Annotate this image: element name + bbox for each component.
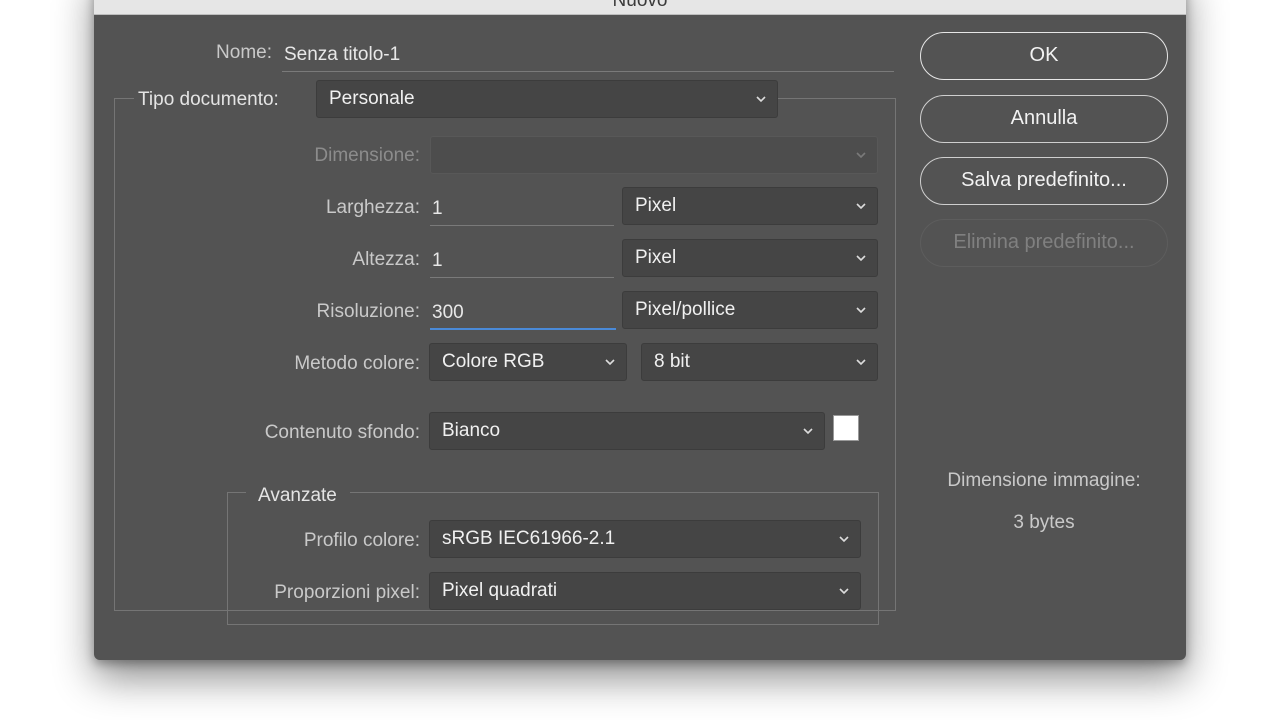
height-input[interactable]: 1 (430, 244, 614, 278)
height-unit-value: Pixel (635, 247, 677, 268)
cancel-button[interactable]: Annulla (920, 95, 1168, 143)
width-input[interactable]: 1 (430, 192, 614, 226)
title-bar[interactable]: Nuovo (94, 0, 1186, 15)
name-label: Nome: (216, 42, 272, 63)
advanced-title[interactable]: Avanzate (258, 485, 337, 507)
resolution-label: Risoluzione: (316, 301, 421, 322)
save-preset-button[interactable]: Salva predefinito... (920, 157, 1168, 205)
background-color-swatch[interactable] (833, 415, 859, 441)
chevron-down-icon (856, 255, 866, 262)
pixel-aspect-label: Proporzioni pixel: (274, 582, 420, 603)
color-mode-select[interactable]: Colore RGB (429, 343, 627, 381)
chevron-down-icon (856, 203, 866, 210)
background-value: Bianco (442, 420, 501, 441)
color-mode-label: Metodo colore: (294, 353, 420, 374)
image-size-label: Dimensione immagine: (947, 470, 1141, 491)
document-type-label: Tipo documento: (138, 89, 279, 110)
bit-depth-select[interactable]: 8 bit (641, 343, 878, 381)
width-unit-select[interactable]: Pixel (622, 187, 878, 225)
pixel-aspect-value: Pixel quadrati (442, 580, 558, 601)
color-mode-value: Colore RGB (442, 351, 545, 372)
chevron-down-icon (856, 152, 866, 159)
background-label: Contenuto sfondo: (264, 422, 420, 443)
height-label: Altezza: (352, 249, 420, 270)
chevron-down-icon (856, 359, 866, 366)
chevron-down-icon (756, 96, 766, 103)
color-profile-label: Profilo colore: (303, 530, 420, 551)
document-type-value: Personale (329, 88, 415, 109)
chevron-down-icon (803, 428, 813, 435)
chevron-down-icon (605, 359, 615, 366)
resolution-input[interactable]: 300 (430, 296, 616, 330)
document-type-select[interactable]: Personale (316, 80, 778, 118)
new-document-dialog: Nuovo Nome: Senza titolo-1 Tipo document… (94, 0, 1186, 660)
resolution-unit-select[interactable]: Pixel/pollice (622, 291, 878, 329)
size-select (430, 136, 878, 174)
color-profile-value: sRGB IEC61966-2.1 (442, 528, 616, 549)
name-input[interactable]: Senza titolo-1 (282, 38, 894, 72)
delete-preset-button: Elimina predefinito... (920, 219, 1168, 267)
background-select[interactable]: Bianco (429, 412, 825, 450)
pixel-aspect-select[interactable]: Pixel quadrati (429, 572, 861, 610)
chevron-down-icon (839, 536, 849, 543)
resolution-unit-value: Pixel/pollice (635, 299, 736, 320)
image-size-value: 3 bytes (1013, 512, 1075, 533)
ok-button[interactable]: OK (920, 32, 1168, 80)
width-unit-value: Pixel (635, 195, 677, 216)
color-profile-select[interactable]: sRGB IEC61966-2.1 (429, 520, 861, 558)
bit-depth-value: 8 bit (654, 351, 690, 372)
size-label: Dimensione: (314, 145, 420, 166)
window-title: Nuovo (612, 0, 668, 11)
chevron-down-icon (856, 307, 866, 314)
width-label: Larghezza: (325, 197, 420, 218)
chevron-down-icon (839, 588, 849, 595)
height-unit-select[interactable]: Pixel (622, 239, 878, 277)
